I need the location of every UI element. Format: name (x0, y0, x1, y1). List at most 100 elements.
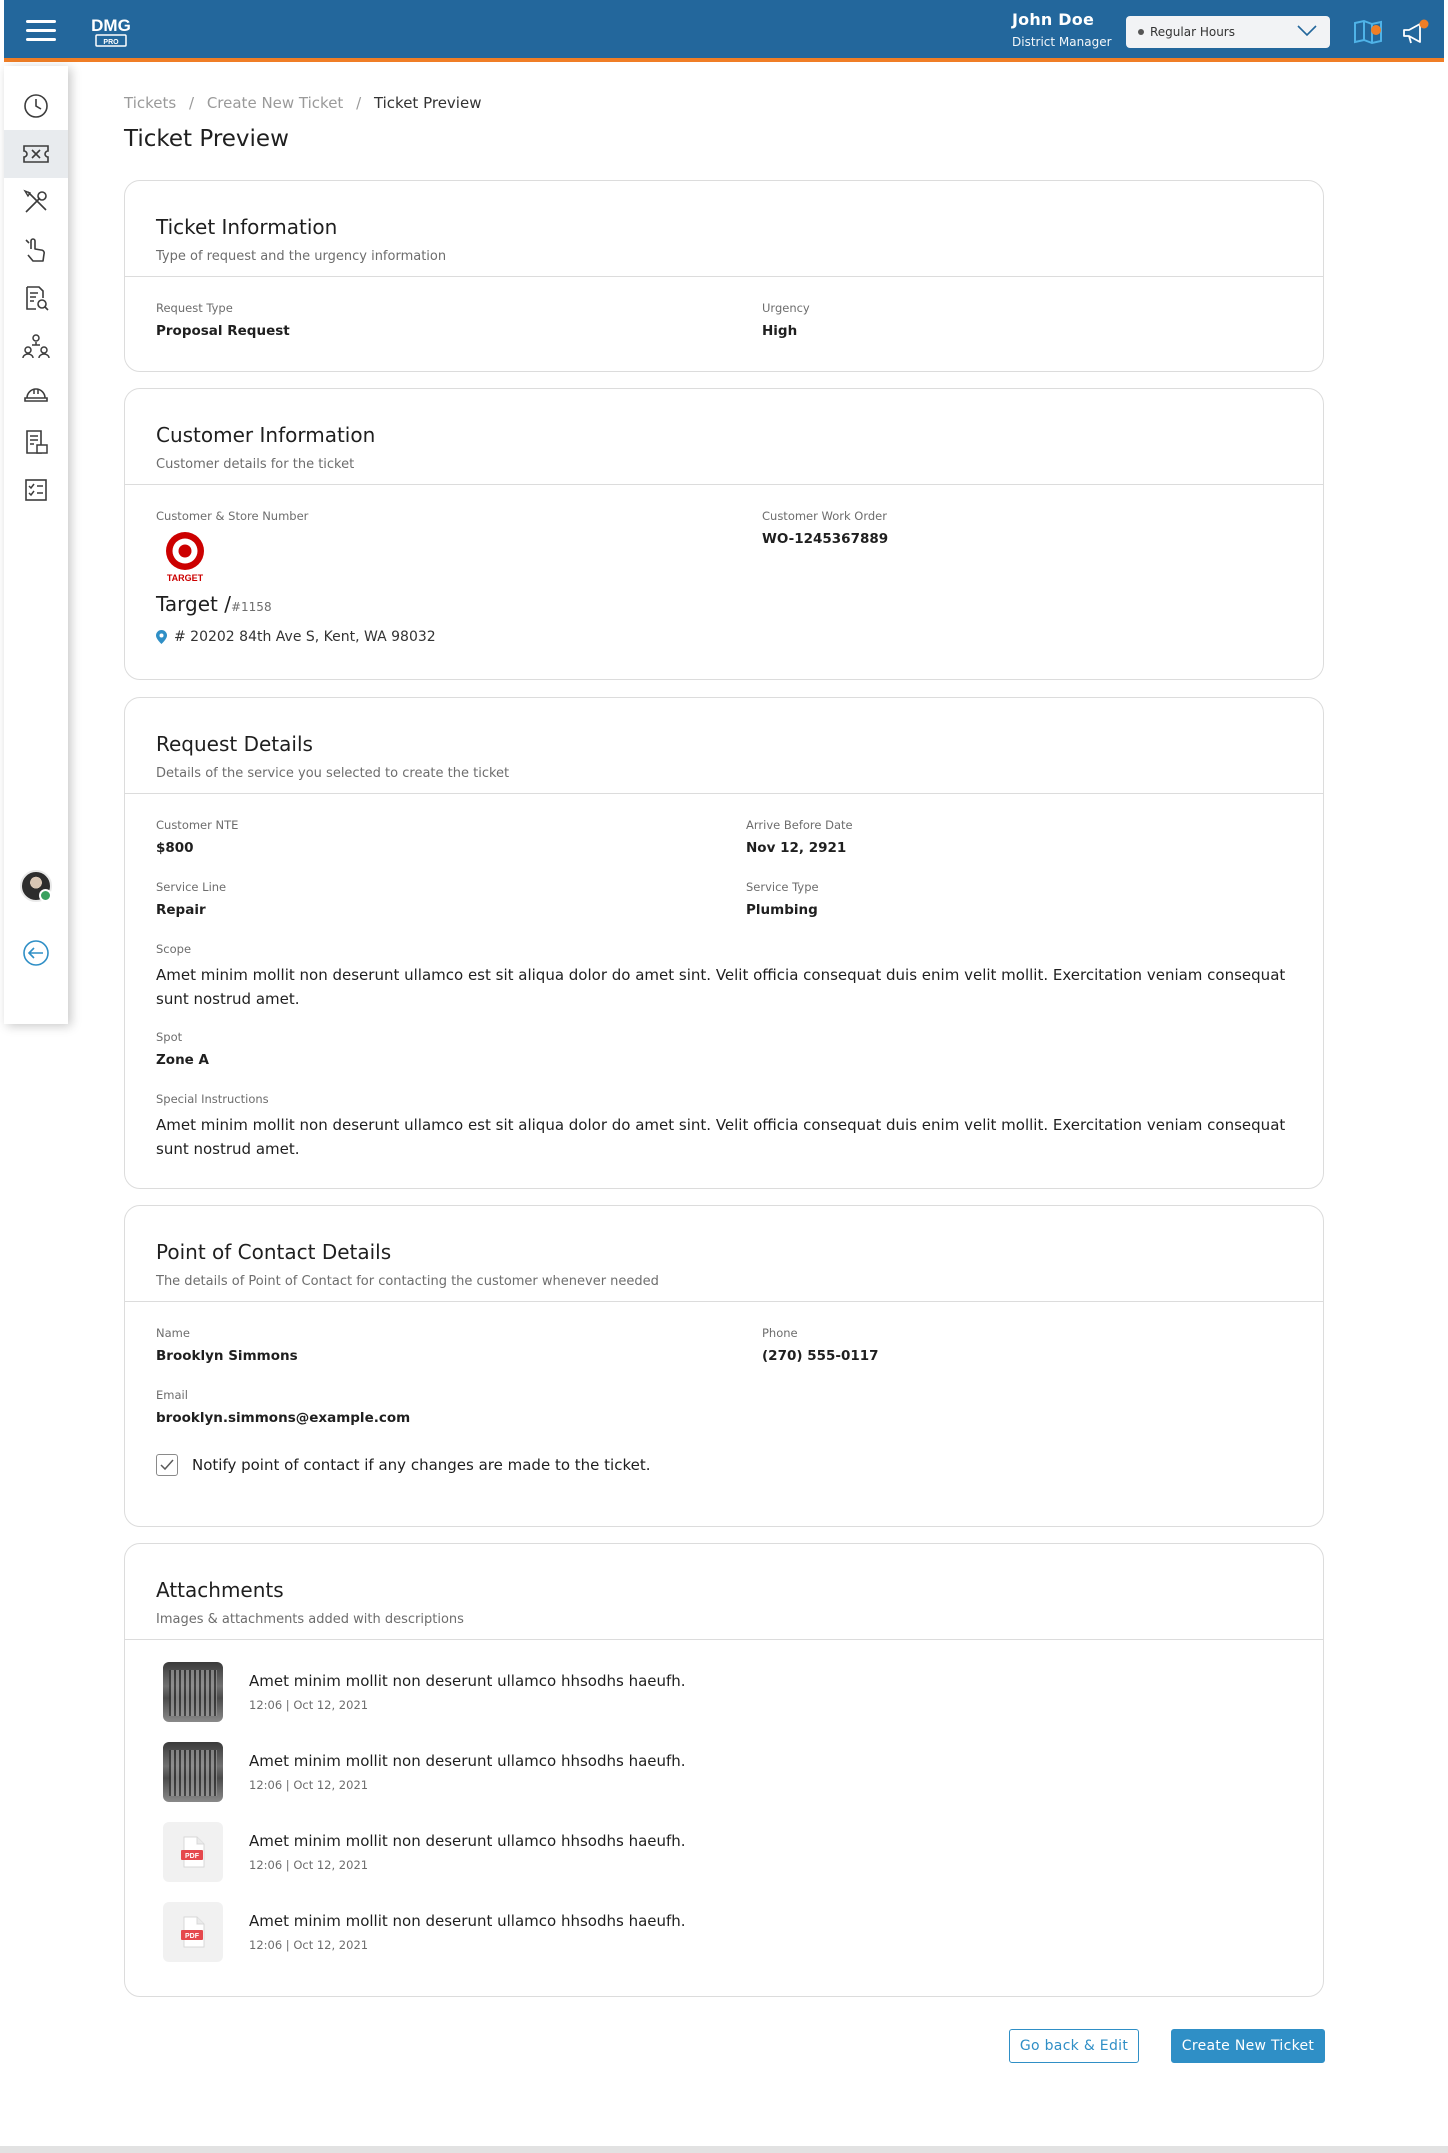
page-title: Ticket Preview (124, 126, 289, 152)
field-label: Urgency (762, 301, 810, 315)
dmg-pro-logo[interactable]: DMG PRO (80, 14, 142, 48)
sidebar-item-time[interactable] (4, 82, 68, 130)
field-value: Repair (156, 902, 206, 918)
field-label: Scope (156, 942, 192, 956)
megaphone-icon[interactable] (1400, 18, 1432, 46)
target-logo-text: TARGET (167, 573, 204, 583)
notify-contact-checkbox[interactable] (156, 1454, 178, 1476)
field-label: Customer NTE (156, 818, 239, 832)
create-new-ticket-button[interactable]: Create New Ticket (1171, 2029, 1325, 2063)
pdf-badge: PDF (185, 1853, 200, 1860)
card-header: Ticket Information Type of request and t… (125, 181, 1323, 277)
attachment-timestamp: 12:06 | Oct 12, 2021 (249, 1938, 369, 1952)
attachment-item[interactable]: Amet minim mollit non deserunt ullamco h… (163, 1662, 686, 1722)
attachment-item[interactable]: Amet minim mollit non deserunt ullamco h… (163, 1742, 686, 1802)
card-header: Customer Information Customer details fo… (125, 389, 1323, 485)
sidebar-item-team[interactable] (4, 322, 68, 370)
sidebar-item-reports[interactable] (4, 274, 68, 322)
breadcrumb-link-tickets[interactable]: Tickets (124, 94, 176, 112)
field-label: Service Line (156, 880, 227, 894)
user-name: John Doe (1012, 10, 1095, 29)
field-label: Special Instructions (156, 1092, 269, 1106)
card-subtitle: The details of Point of Contact for cont… (156, 1274, 659, 1289)
breadcrumb-link-create-ticket[interactable]: Create New Ticket (207, 94, 343, 112)
field-value: High (762, 323, 798, 339)
field-request-type: Request Type Proposal Request (156, 301, 290, 339)
card-header: Request Details Details of the service y… (125, 698, 1323, 794)
user-role: District Manager (1012, 35, 1112, 49)
field-label: Customer Work Order (762, 509, 887, 523)
field-label: Request Type (156, 301, 233, 315)
attachment-pdf-thumbnail: PDF (163, 1822, 223, 1882)
hours-select-value: Regular Hours (1150, 25, 1235, 39)
field-spot: Spot Zone A (156, 1030, 209, 1068)
attachment-image-thumbnail (163, 1742, 223, 1802)
card-subtitle: Type of request and the urgency informat… (156, 249, 447, 264)
sidebar-item-requests[interactable] (4, 226, 68, 274)
logo-sub: PRO (103, 39, 119, 46)
checkmark-icon (160, 1459, 174, 1471)
attachments-card: Attachments Images & attachments added w… (124, 1543, 1324, 1997)
pdf-file-icon: PDF (181, 1836, 205, 1868)
request-details-card: Request Details Details of the service y… (124, 697, 1324, 1189)
target-logo: TARGET (166, 532, 204, 583)
field-service-line: Service Line Repair (156, 880, 226, 918)
breadcrumb: Tickets / Create New Ticket / Ticket Pre… (124, 94, 481, 112)
field-label: Phone (762, 1326, 798, 1340)
top-header: DMG PRO John Doe District Manager Regula… (4, 0, 1444, 62)
attachment-title: Amet minim mollit non deserunt ullamco h… (249, 1672, 686, 1690)
hard-hat-icon (24, 388, 48, 402)
ticket-icon (23, 145, 49, 163)
sidebar-item-tools[interactable] (4, 178, 68, 226)
invoice-icon (26, 430, 48, 454)
chevron-down-icon (1297, 25, 1317, 37)
notify-contact-checkbox-row[interactable]: Notify point of contact if any changes a… (156, 1454, 651, 1476)
attachment-timestamp: 12:06 | Oct 12, 2021 (249, 1698, 369, 1712)
card-title: Point of Contact Details (156, 1240, 392, 1264)
map-flag-icon[interactable] (1352, 18, 1384, 46)
logout-button[interactable] (4, 929, 68, 977)
store-name: Target /#1158 (156, 592, 272, 616)
checklist-icon (25, 479, 47, 501)
field-label: Email (156, 1388, 188, 1402)
card-title: Attachments (156, 1578, 284, 1602)
sidebar-item-checklists[interactable] (4, 466, 68, 514)
field-value: brooklyn.simmons@example.com (156, 1410, 411, 1426)
attachment-title: Amet minim mollit non deserunt ullamco h… (249, 1832, 686, 1850)
sidebar-item-contractors[interactable] (4, 370, 68, 418)
address-text: # 20202 84th Ave S, Kent, WA 98032 (174, 629, 436, 645)
left-sidebar (4, 66, 68, 1024)
field-customer-nte: Customer NTE $800 (156, 818, 238, 856)
attachment-timestamp: 12:06 | Oct 12, 2021 (249, 1778, 369, 1792)
avatar[interactable] (20, 870, 52, 902)
field-special-instructions: Special Instructions Amet minim mollit n… (156, 1092, 1296, 1161)
sidebar-item-tickets[interactable] (4, 130, 68, 178)
field-scope: Scope Amet minim mollit non deserunt ull… (156, 942, 1296, 1011)
field-value: $800 (156, 840, 194, 856)
card-header: Point of Contact Details The details of … (125, 1206, 1323, 1302)
field-value: Amet minim mollit non deserunt ullamco e… (156, 1116, 1286, 1158)
go-back-edit-button[interactable]: Go back & Edit (1009, 2029, 1139, 2063)
hours-select[interactable]: Regular Hours (1126, 16, 1330, 48)
attachment-item[interactable]: PDF Amet minim mollit non deserunt ullam… (163, 1822, 686, 1882)
ticket-information-card: Ticket Information Type of request and t… (124, 180, 1324, 372)
store-address: # 20202 84th Ave S, Kent, WA 98032 (156, 629, 436, 645)
breadcrumb-current: Ticket Preview (373, 94, 482, 112)
user-block[interactable]: John Doe District Manager (1012, 10, 1112, 49)
location-pin-icon (156, 630, 167, 644)
tools-icon (23, 189, 47, 213)
field-contact-phone: Phone (270) 555-0117 (762, 1326, 879, 1364)
customer-information-card: Customer Information Customer details fo… (124, 388, 1324, 680)
pdf-file-icon: PDF (181, 1916, 205, 1948)
attachment-pdf-thumbnail: PDF (163, 1902, 223, 1962)
attachment-item[interactable]: PDF Amet minim mollit non deserunt ullam… (163, 1902, 686, 1962)
logo-text: DMG (91, 16, 131, 35)
menu-icon[interactable] (26, 20, 56, 42)
notify-contact-label: Notify point of contact if any changes a… (192, 1456, 651, 1474)
breadcrumb-separator: / (356, 94, 362, 112)
card-header: Attachments Images & attachments added w… (125, 1544, 1323, 1640)
card-title: Customer Information (156, 423, 376, 447)
field-contact-name: Name Brooklyn Simmons (156, 1326, 298, 1364)
pdf-badge: PDF (185, 1933, 200, 1940)
sidebar-item-invoices[interactable] (4, 418, 68, 466)
